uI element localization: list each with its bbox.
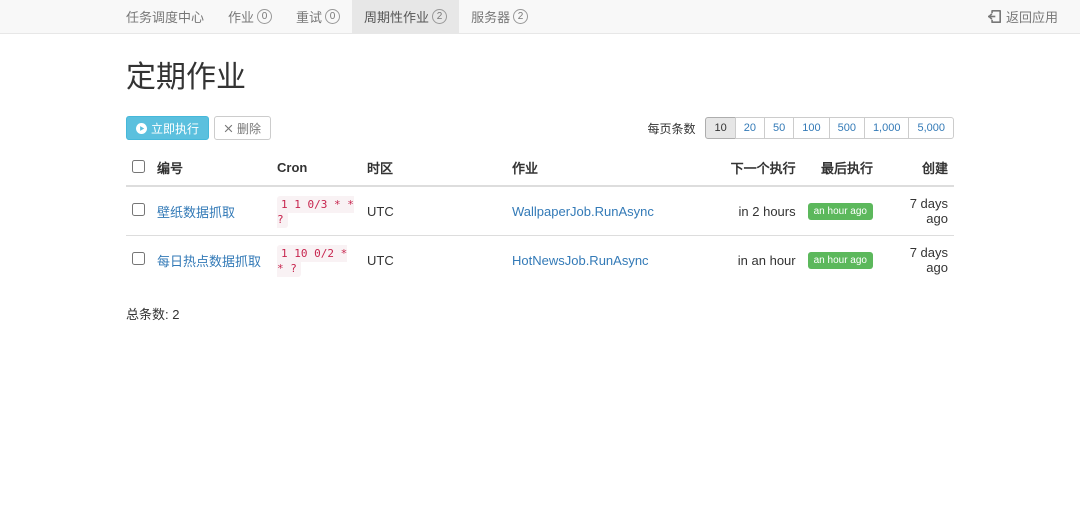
nav-recurring[interactable]: 周期性作业 2: [352, 0, 459, 34]
logout-icon: [988, 10, 1001, 23]
total-value: 2: [172, 307, 179, 322]
page-size-100[interactable]: 100: [793, 117, 829, 139]
page-size-50[interactable]: 50: [764, 117, 794, 139]
job-method-link[interactable]: HotNewsJob.RunAsync: [512, 253, 649, 268]
brand: 任务调度中心: [126, 7, 204, 26]
run-now-label: 立即执行: [151, 120, 199, 137]
delete-label: 删除: [237, 120, 261, 137]
close-icon: [224, 124, 233, 133]
nav-jobs-count: 0: [257, 9, 272, 24]
header-job: 作业: [506, 150, 712, 186]
jobs-table: 编号 Cron 时区 作业 下一个执行 最后执行 创建 壁纸数据抓取 1 1 0…: [126, 150, 954, 284]
cron-expr: 1 10 0/2 * * ?: [277, 245, 347, 277]
play-icon: [136, 123, 147, 134]
nav-recurring-label: 周期性作业: [364, 7, 429, 26]
nav-servers-label: 服务器: [471, 7, 510, 26]
navbar: 任务调度中心 作业 0 重试 0 周期性作业 2 服务器 2 返回应用: [0, 0, 1080, 34]
row-checkbox[interactable]: [132, 203, 145, 216]
nav-retry-label: 重试: [296, 7, 322, 26]
created-cell: 7 days ago: [879, 186, 954, 236]
nav-recurring-count: 2: [432, 9, 447, 24]
header-tz: 时区: [361, 150, 506, 186]
page-size-500[interactable]: 500: [829, 117, 865, 139]
nav-retry-count: 0: [325, 9, 340, 24]
header-next: 下一个执行: [712, 150, 802, 186]
cron-expr: 1 1 0/3 * * ?: [277, 196, 354, 228]
header-name: 编号: [151, 150, 271, 186]
table-row: 壁纸数据抓取 1 1 0/3 * * ? UTC WallpaperJob.Ru…: [126, 186, 954, 236]
toolbar: 立即执行 删除 每页条数 10 20 50 100 500 1,000 5,00…: [126, 116, 954, 140]
main-container: 定期作业 立即执行 删除 每页条数 10 20 50 100 500 1,000…: [0, 34, 1080, 323]
header-last: 最后执行: [802, 150, 879, 186]
nav-jobs[interactable]: 作业 0: [216, 0, 284, 34]
total-count: 总条数: 2: [126, 304, 954, 323]
page-size-20[interactable]: 20: [735, 117, 765, 139]
job-name-link[interactable]: 每日热点数据抓取: [157, 254, 261, 269]
page-size-label: 每页条数: [647, 120, 695, 137]
run-now-button[interactable]: 立即执行: [126, 116, 209, 140]
nav-servers-count: 2: [513, 9, 528, 24]
tz-cell: UTC: [361, 186, 506, 236]
delete-button[interactable]: 删除: [214, 116, 271, 140]
row-checkbox[interactable]: [132, 252, 145, 265]
header-checkbox-cell: [126, 150, 151, 186]
job-name-link[interactable]: 壁纸数据抓取: [157, 205, 235, 220]
tz-cell: UTC: [361, 236, 506, 285]
nav-servers[interactable]: 服务器 2: [459, 0, 540, 34]
last-exec-badge: an hour ago: [808, 203, 873, 220]
nav-items: 作业 0 重试 0 周期性作业 2 服务器 2: [216, 0, 540, 34]
page-size-5000[interactable]: 5,000: [908, 117, 954, 139]
table-row: 每日热点数据抓取 1 10 0/2 * * ? UTC HotNewsJob.R…: [126, 236, 954, 285]
nav-retry[interactable]: 重试 0: [284, 0, 352, 34]
created-cell: 7 days ago: [879, 236, 954, 285]
select-all-checkbox[interactable]: [132, 160, 145, 173]
page-title: 定期作业: [126, 52, 954, 96]
total-label: 总条数:: [126, 307, 169, 322]
page-size-group: 10 20 50 100 500 1,000 5,000: [705, 117, 954, 139]
next-exec: in an hour: [712, 236, 802, 285]
page-size-10[interactable]: 10: [705, 117, 735, 139]
nav-jobs-label: 作业: [228, 7, 254, 26]
job-method-link[interactable]: WallpaperJob.RunAsync: [512, 204, 654, 219]
header-cron: Cron: [271, 150, 361, 186]
last-exec-badge: an hour ago: [808, 252, 873, 269]
return-app-link[interactable]: 返回应用: [988, 7, 1068, 26]
header-created: 创建: [879, 150, 954, 186]
next-exec: in 2 hours: [712, 186, 802, 236]
page-size-1000[interactable]: 1,000: [864, 117, 910, 139]
return-app-label: 返回应用: [1006, 7, 1058, 26]
